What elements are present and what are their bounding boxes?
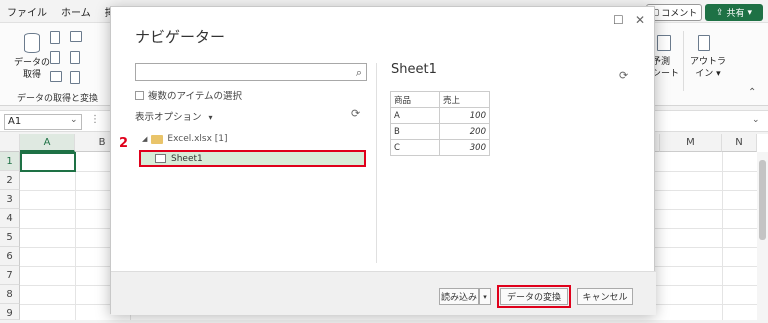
comment-label: コメント	[661, 9, 698, 19]
preview-table: 商品 売上 A 100 B 200 C 300	[390, 91, 490, 156]
outline-label-2: イン ▾	[695, 69, 721, 79]
transform-data-button[interactable]: データの変換	[497, 285, 571, 308]
row-header-2[interactable]: 2	[0, 171, 20, 190]
share-icon: ⇪	[715, 7, 724, 18]
expand-formula-icon[interactable]: ⌄	[752, 115, 760, 125]
multi-select-label: 複数のアイテムの選択	[148, 91, 243, 102]
share-button[interactable]: ⇪ 共有 ▾	[705, 4, 763, 21]
table-row: A 100	[390, 107, 490, 124]
forecast-sheet-button[interactable]: 予測 シート	[652, 56, 679, 80]
table-cell: 300	[439, 139, 490, 156]
search-input[interactable]: ⌕	[135, 63, 367, 81]
col-header-m[interactable]: M	[660, 134, 722, 152]
preview-title: Sheet1	[391, 62, 437, 77]
forecast-icon	[657, 35, 671, 51]
more-icon[interactable]: ⋮	[90, 114, 100, 125]
tree-node-sheet1[interactable]: Sheet1	[139, 150, 366, 167]
scrollbar-thumb[interactable]	[759, 160, 766, 240]
multi-select-checkbox[interactable]	[135, 90, 144, 100]
refresh-icon[interactable]: ⟳	[351, 107, 360, 120]
row-header-1[interactable]: 1	[0, 152, 20, 171]
group-label: データの取得と変換	[17, 94, 99, 104]
pane-divider	[376, 63, 377, 263]
forecast-label: 予測	[652, 57, 671, 67]
navigator-dialog: ☐ ✕ ナビゲーター ⌕ 複数のアイテムの選択 表示オプション ▾ ⟳ 2 ◢ …	[110, 6, 656, 315]
chevron-down-icon: ▾	[208, 113, 213, 122]
table-icon[interactable]	[50, 71, 62, 82]
database-icon	[24, 33, 40, 53]
table-cell: A	[390, 107, 440, 124]
tab-file[interactable]: ファイル	[0, 4, 54, 19]
get-data-label-2: 取得	[23, 70, 42, 80]
row-header-9[interactable]: 9	[0, 304, 20, 320]
file-node-label: Excel.xlsx [1]	[167, 134, 228, 144]
outline-label: アウトラ	[690, 57, 727, 67]
table-cell: 100	[439, 107, 490, 124]
vertical-scrollbar[interactable]	[757, 152, 768, 320]
chevron-down-icon: ▾	[747, 7, 753, 18]
existing-connections-icon[interactable]	[70, 51, 80, 64]
get-data-button[interactable]: データの 取得	[14, 57, 50, 81]
maximize-icon[interactable]: ☐	[613, 13, 624, 27]
folder-icon	[151, 134, 164, 144]
header-cell: 商品	[390, 91, 440, 108]
web-icon[interactable]	[50, 51, 60, 64]
row-header-6[interactable]: 6	[0, 247, 20, 266]
table-row: C 300	[390, 139, 490, 156]
recent-icon[interactable]	[70, 31, 82, 42]
share-label: 共有	[726, 9, 745, 19]
corner-select-all[interactable]	[0, 134, 20, 152]
row-header-3[interactable]: 3	[0, 190, 20, 209]
col-header-n[interactable]: N	[722, 134, 757, 152]
load-button[interactable]: 読み込み	[439, 288, 479, 305]
active-cell[interactable]	[20, 152, 76, 172]
display-options-label: 表示オプション	[135, 112, 202, 123]
search-icon[interactable]: ⌕	[356, 66, 362, 80]
chevron-down-icon: ▾	[483, 292, 487, 301]
collapse-ribbon-icon[interactable]: ⌃	[748, 87, 756, 98]
multi-select-option[interactable]: 複数のアイテムの選択	[135, 88, 242, 102]
get-data-label: データの	[14, 58, 51, 68]
forecast-label-2: シート	[652, 69, 680, 79]
tree-node-file[interactable]: ◢ Excel.xlsx [1]	[142, 134, 228, 144]
header-cell: 売上	[439, 91, 490, 108]
table-icon	[155, 154, 166, 163]
dialog-footer: 読み込み ▾ データの変換 キャンセル	[111, 271, 656, 315]
refresh-preview-icon[interactable]: ⟳	[619, 69, 628, 82]
row-header-7[interactable]: 7	[0, 266, 20, 285]
row-header-4[interactable]: 4	[0, 209, 20, 228]
row-header-5[interactable]: 5	[0, 228, 20, 247]
table-cell: B	[390, 123, 440, 140]
table-header-row: 商品 売上	[390, 91, 490, 108]
cancel-button[interactable]: キャンセル	[577, 288, 633, 305]
chevron-down-icon[interactable]: ⌄	[70, 115, 78, 125]
tab-home[interactable]: ホーム	[54, 4, 98, 19]
outline-button[interactable]: アウトラ イン ▾	[690, 56, 726, 80]
close-icon[interactable]: ✕	[635, 13, 645, 27]
step-marker: 2	[119, 136, 129, 151]
expand-triangle-icon[interactable]: ◢	[142, 135, 147, 143]
col-header-a[interactable]: A	[20, 134, 75, 152]
table-cell: C	[390, 139, 440, 156]
outline-icon	[698, 35, 710, 51]
table-row: B 200	[390, 123, 490, 140]
load-dropdown-button[interactable]: ▾	[479, 288, 491, 305]
display-options-dropdown[interactable]: 表示オプション ▾	[135, 109, 213, 123]
table-cell: 200	[439, 123, 490, 140]
text-file-icon[interactable]	[50, 31, 60, 44]
row-header-8[interactable]: 8	[0, 285, 20, 304]
dialog-title: ナビゲーター	[135, 28, 226, 46]
connections-icon[interactable]	[70, 71, 80, 84]
sheet-node-label: Sheet1	[171, 153, 203, 164]
